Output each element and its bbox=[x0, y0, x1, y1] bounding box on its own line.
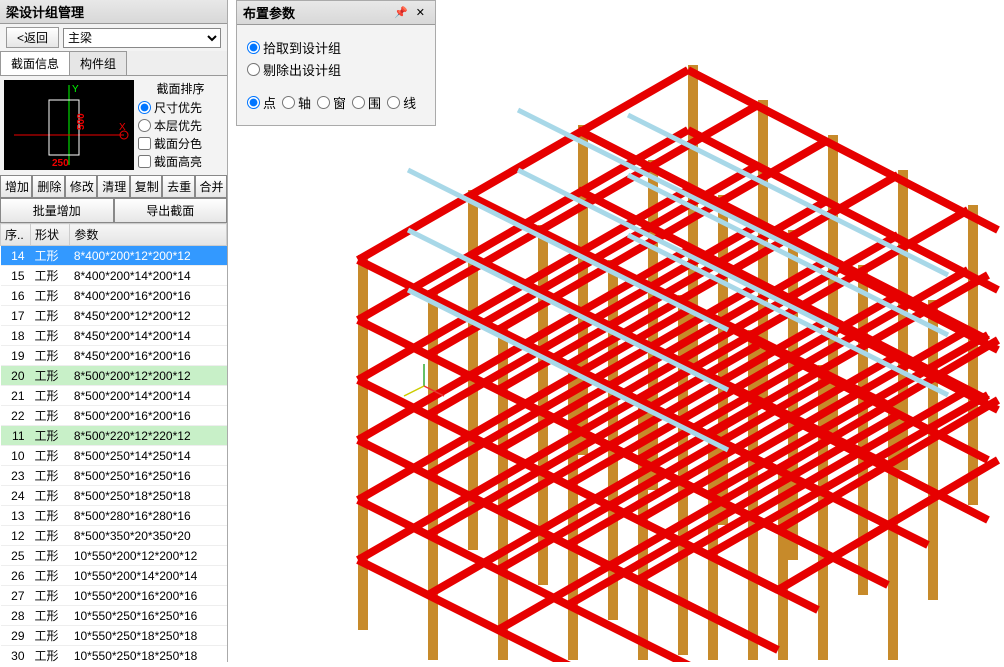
table-row[interactable]: 16工形8*400*200*16*200*16 bbox=[1, 286, 227, 306]
table-row[interactable]: 28工形10*550*250*16*250*16 bbox=[1, 606, 227, 626]
layout-options-panel: 布置参数 📌 ✕ 拾取到设计组 剔除出设计组 点 轴 窗 围 线 bbox=[236, 0, 436, 126]
table-row[interactable]: 15工形8*400*200*14*200*14 bbox=[1, 266, 227, 286]
merge-button[interactable]: 合并 bbox=[195, 175, 227, 198]
check-highlight-section[interactable]: 截面高亮 bbox=[138, 153, 223, 170]
tab-section-info[interactable]: 截面信息 bbox=[0, 51, 70, 75]
table-row[interactable]: 12工形8*500*350*20*350*20 bbox=[1, 526, 227, 546]
copy-button[interactable]: 复制 bbox=[130, 175, 162, 198]
opt-remove-from-group[interactable]: 剔除出设计组 bbox=[247, 60, 425, 79]
table-row[interactable]: 19工形8*450*200*16*200*16 bbox=[1, 346, 227, 366]
table-row[interactable]: 21工形8*500*200*14*200*14 bbox=[1, 386, 227, 406]
modify-button[interactable]: 修改 bbox=[65, 175, 97, 198]
table-row[interactable]: 22工形8*500*200*16*200*16 bbox=[1, 406, 227, 426]
delete-button[interactable]: 删除 bbox=[32, 175, 64, 198]
table-row[interactable]: 24工形8*500*250*18*250*18 bbox=[1, 486, 227, 506]
beam-type-select[interactable]: 主梁 bbox=[63, 28, 221, 48]
clear-button[interactable]: 清理 bbox=[97, 175, 129, 198]
mode-enclose[interactable]: 围 bbox=[352, 93, 381, 112]
svg-text:250: 250 bbox=[52, 158, 69, 169]
mode-line[interactable]: 线 bbox=[387, 93, 416, 112]
table-row[interactable]: 29工形10*550*250*18*250*18 bbox=[1, 626, 227, 646]
add-button[interactable]: 增加 bbox=[0, 175, 32, 198]
opt-pick-to-group[interactable]: 拾取到设计组 bbox=[247, 38, 425, 57]
pin-icon[interactable]: 📌 bbox=[390, 6, 412, 19]
panel-title: 梁设计组管理 bbox=[0, 0, 227, 24]
section-table[interactable]: 序.. 形状 参数 14工形8*400*200*12*200*1215工形8*4… bbox=[0, 223, 227, 662]
table-row[interactable]: 11工形8*500*220*12*220*12 bbox=[1, 426, 227, 446]
col-idx[interactable]: 序.. bbox=[1, 224, 31, 246]
table-row[interactable]: 14工形8*400*200*12*200*12 bbox=[1, 246, 227, 266]
dedup-button[interactable]: 去重 bbox=[162, 175, 194, 198]
svg-text:Y: Y bbox=[72, 84, 79, 95]
close-icon[interactable]: ✕ bbox=[412, 6, 429, 19]
sort-title: 截面排序 bbox=[138, 80, 223, 97]
svg-text:500: 500 bbox=[76, 113, 87, 130]
sort-size-first[interactable]: 尺寸优先 bbox=[138, 99, 223, 116]
sort-options: 截面排序 尺寸优先 本层优先 截面分色 截面高亮 bbox=[138, 80, 223, 171]
mode-axis[interactable]: 轴 bbox=[282, 93, 311, 112]
table-row[interactable]: 26工形10*550*200*14*200*14 bbox=[1, 566, 227, 586]
check-color-by-section[interactable]: 截面分色 bbox=[138, 135, 223, 152]
table-row[interactable]: 17工形8*450*200*12*200*12 bbox=[1, 306, 227, 326]
mode-window[interactable]: 窗 bbox=[317, 93, 346, 112]
batch-add-button[interactable]: 批量增加 bbox=[0, 198, 114, 223]
mode-point[interactable]: 点 bbox=[247, 93, 276, 112]
table-row[interactable]: 25工形10*550*200*12*200*12 bbox=[1, 546, 227, 566]
col-shape[interactable]: 形状 bbox=[31, 224, 70, 246]
tab-member-group[interactable]: 构件组 bbox=[69, 51, 127, 75]
table-row[interactable]: 27工形10*550*200*16*200*16 bbox=[1, 586, 227, 606]
left-panel: 梁设计组管理 <返回 主梁 截面信息 构件组 Y X 250 500 截面排序 … bbox=[0, 0, 228, 662]
table-row[interactable]: 18工形8*450*200*14*200*14 bbox=[1, 326, 227, 346]
col-params[interactable]: 参数 bbox=[70, 224, 227, 246]
table-row[interactable]: 13工形8*500*280*16*280*16 bbox=[1, 506, 227, 526]
table-row[interactable]: 10工形8*500*250*14*250*14 bbox=[1, 446, 227, 466]
back-button[interactable]: <返回 bbox=[6, 27, 59, 48]
table-row[interactable]: 30工形10*550*250*18*250*18 bbox=[1, 646, 227, 663]
export-button[interactable]: 导出截面 bbox=[114, 198, 228, 223]
section-preview: Y X 250 500 bbox=[4, 80, 134, 170]
sort-floor-first[interactable]: 本层优先 bbox=[138, 117, 223, 134]
table-row[interactable]: 20工形8*500*200*12*200*12 bbox=[1, 366, 227, 386]
opt-title: 布置参数 bbox=[243, 3, 390, 22]
table-row[interactable]: 23工形8*500*250*16*250*16 bbox=[1, 466, 227, 486]
